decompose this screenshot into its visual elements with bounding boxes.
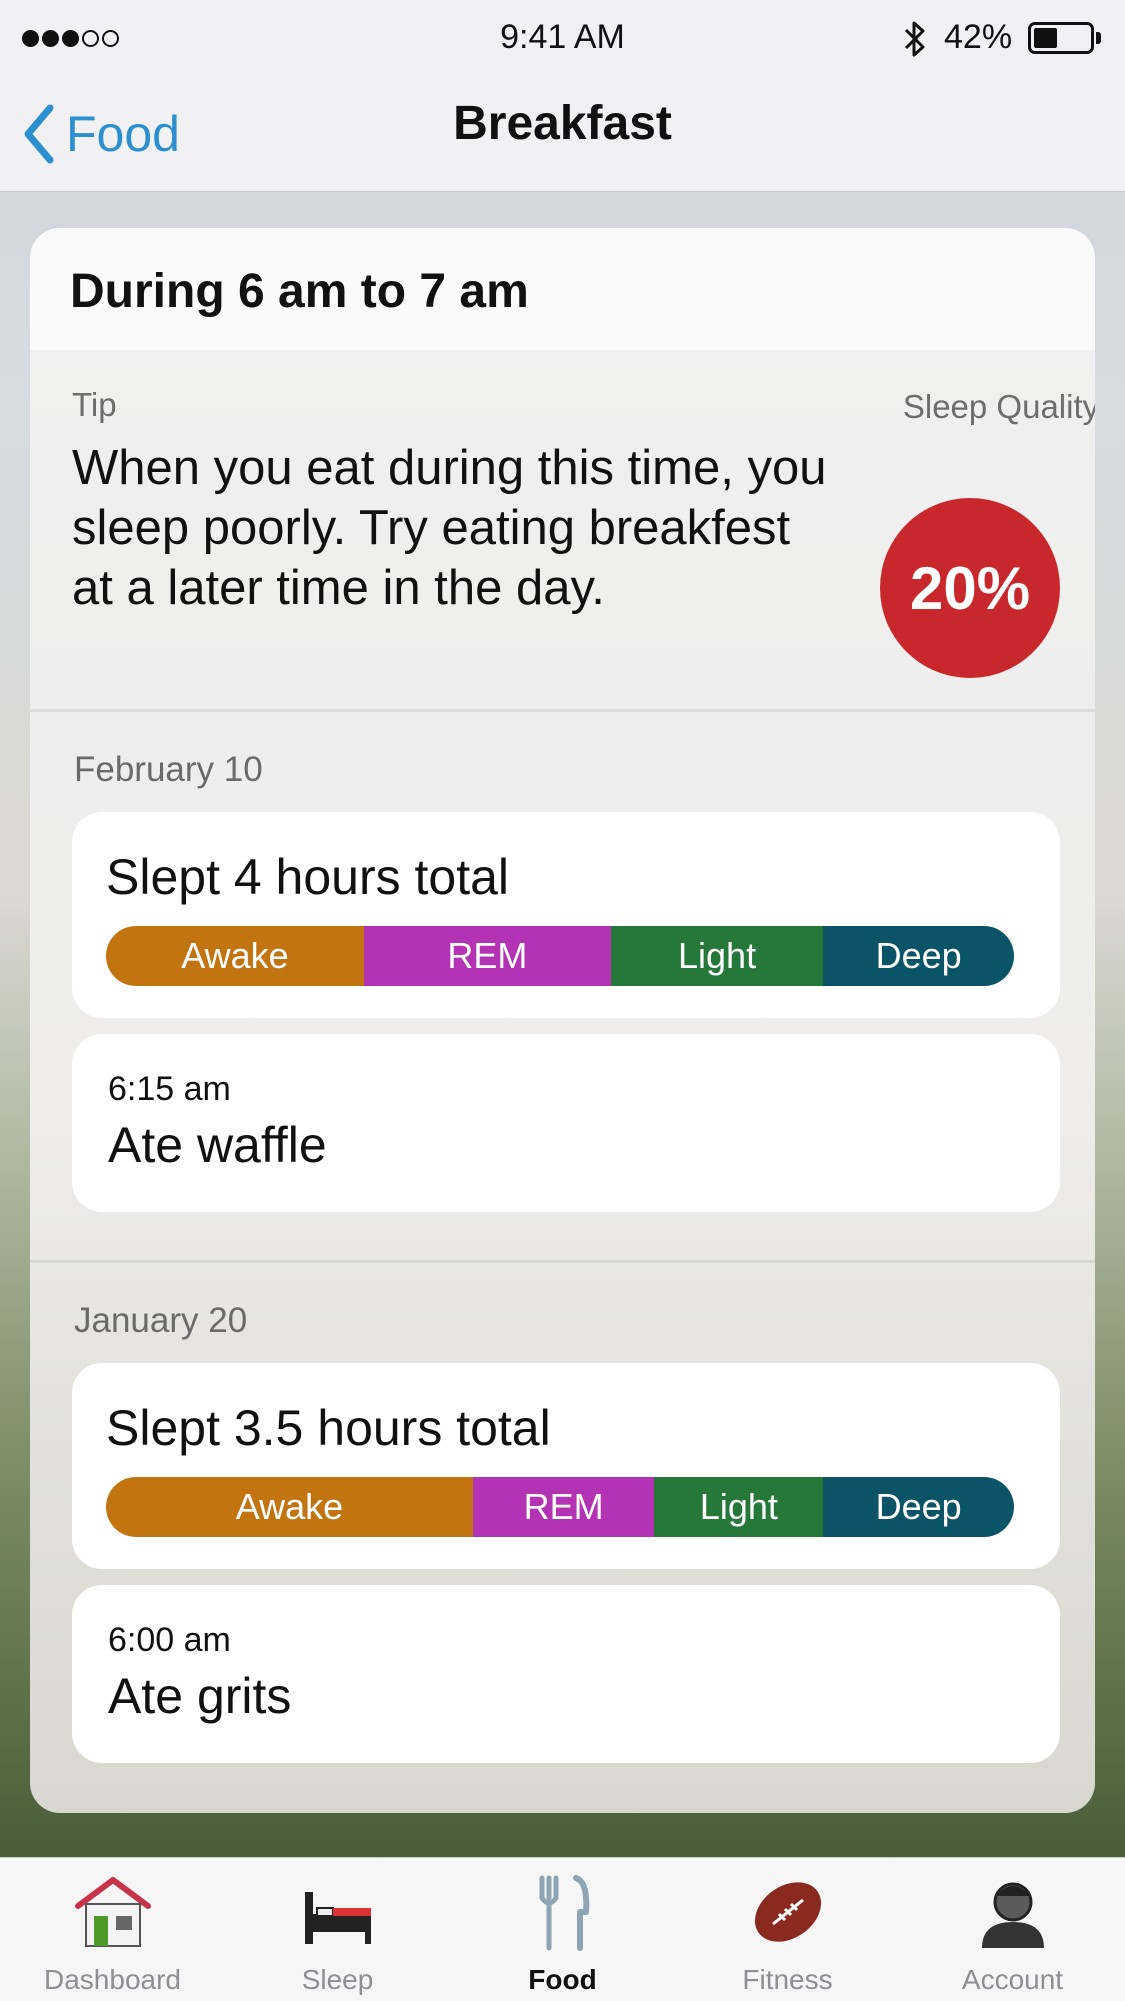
time-window-title: During 6 am to 7 am [70,265,529,318]
battery-percent: 42% [944,18,1013,56]
football-icon [754,1882,821,1942]
stage-deep: Deep [823,1477,1014,1537]
card-header: During 6 am to 7 am [30,228,1095,350]
sleep-summary: Slept 4 hours total [106,849,510,905]
tab-account[interactable]: Account [900,1858,1125,2001]
meal-card[interactable]: 6:00 am Ate grits [72,1585,1060,1763]
sleep-summary-card[interactable]: Slept 3.5 hours total Awake REM Light De… [72,1363,1060,1569]
day-section: January 20 Slept 3.5 hours total Awake R… [30,1263,1095,1813]
stage-light: Light [610,926,824,986]
sleep-quality-badge: 20% [880,498,1060,678]
meal-name: Ate waffle [108,1117,327,1173]
page-title: Breakfast [453,97,672,150]
day-date: January 20 [74,1301,248,1340]
status-bar: 9:41 AM 42% [0,0,1125,78]
meal-time: 6:15 am [108,1070,231,1108]
sleep-quality-label: Sleep Quality [902,388,1095,425]
day-section: February 10 Slept 4 hours total Awake RE… [30,712,1095,1263]
battery-icon [1028,22,1094,54]
sleep-summary: Slept 3.5 hours total [106,1400,551,1456]
tab-sleep[interactable]: Sleep [225,1858,450,2001]
tab-dashboard[interactable]: Dashboard [0,1858,225,2001]
tab-food[interactable]: Food [450,1858,675,2001]
stage-light: Light [654,1477,824,1537]
tab-label: Account [961,1964,1064,1995]
sleep-stage-bar: Awake REM Light Deep [106,1477,1014,1537]
tab-label: Sleep [301,1964,374,1995]
stage-awake: Awake [106,926,364,986]
tab-bar: Dashboard Sleep Food Fitness Account [0,1857,1125,2001]
house-icon [74,1877,151,1947]
meal-card[interactable]: 6:15 am Ate waffle [72,1034,1060,1212]
stage-rem: REM [472,1477,655,1537]
meal-time: 6:00 am [108,1621,231,1659]
tip-label: Tip [72,386,117,423]
bed-icon [304,1892,371,1944]
sleep-summary-card[interactable]: Slept 4 hours total Awake REM Light Deep [72,812,1060,1018]
stage-deep: Deep [823,926,1014,986]
fork-knife-icon [539,1875,589,1951]
person-icon [981,1882,1044,1948]
bluetooth-icon [904,21,925,57]
tab-label: Dashboard [44,1964,181,1995]
tab-label: Food [528,1964,597,1995]
stage-awake: Awake [106,1477,473,1537]
meal-name: Ate grits [108,1668,292,1724]
day-date: February 10 [74,750,263,789]
navigation-bar: Food Breakfast [0,78,1125,192]
tip-text: When you eat during this time, you sleep… [72,441,827,615]
breakfast-insight-card: During 6 am to 7 am Tip When you eat dur… [30,228,1095,1813]
tab-label: Fitness [742,1964,833,1995]
tab-fitness[interactable]: Fitness [675,1858,900,2001]
tip-section: Tip When you eat during this time, you s… [30,350,1095,712]
sleep-stage-bar: Awake REM Light Deep [106,926,1014,986]
stage-rem: REM [363,926,611,986]
